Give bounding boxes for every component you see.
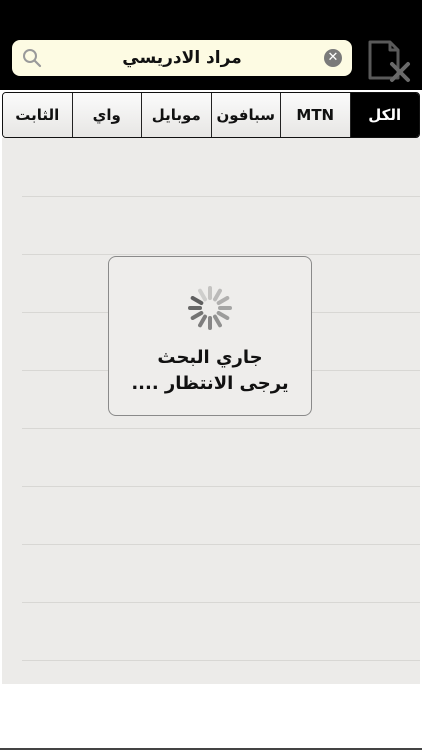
loading-subtitle: يرجى الانتظار ....	[131, 373, 289, 394]
list-row-separator	[22, 196, 420, 197]
tab-mobile[interactable]: موبايل	[141, 93, 211, 137]
spinner-spoke	[198, 314, 207, 328]
tab-bar: الكل MTN سبافون موبايل واي الثابت	[2, 92, 420, 138]
document-close-icon[interactable]	[362, 36, 414, 84]
tab-landline[interactable]: الثابت	[3, 93, 72, 137]
spinner-spoke	[198, 288, 207, 302]
list-row-separator	[22, 544, 420, 545]
loading-title: جاري البحث	[157, 347, 263, 368]
spinner-spoke	[190, 296, 204, 305]
search-bar: مراد الادريسي ✕	[0, 28, 422, 90]
list-row-separator	[22, 428, 420, 429]
list-row-separator	[22, 486, 420, 487]
loading-dialog: جاري البحث يرجى الانتظار ....	[108, 256, 312, 416]
list-row-separator	[22, 254, 420, 255]
spinner-spoke	[216, 311, 230, 320]
spinner-spoke	[216, 296, 230, 305]
search-icon	[23, 49, 42, 68]
search-input[interactable]: مراد الادريسي ✕	[12, 40, 352, 76]
status-bar	[0, 0, 422, 28]
clear-icon[interactable]: ✕	[324, 49, 342, 67]
list-row-separator	[22, 660, 420, 661]
spinner-spoke	[213, 288, 222, 302]
tab-mtn[interactable]: MTN	[280, 93, 350, 137]
spinner-spoke	[190, 311, 204, 320]
search-value: مراد الادريسي	[122, 48, 242, 68]
tab-y[interactable]: واي	[71, 93, 141, 137]
spinner-icon	[188, 286, 232, 330]
list-row-separator	[22, 602, 420, 603]
spinner-spoke	[213, 314, 222, 328]
tab-all[interactable]: الكل	[349, 93, 419, 137]
tab-sabafon[interactable]: سبافون	[210, 93, 280, 137]
